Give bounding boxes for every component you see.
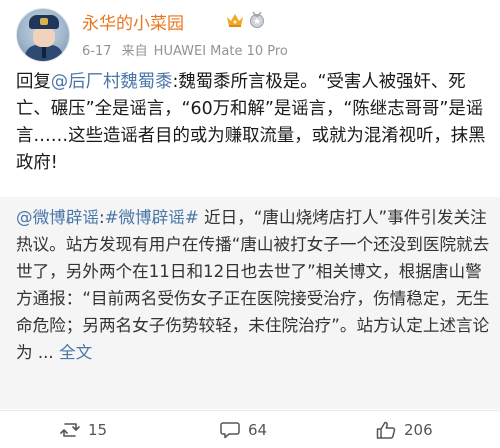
repost-icon bbox=[60, 423, 80, 437]
avatar-cap-badge bbox=[40, 18, 48, 25]
mention-link[interactable]: @后厂村魏蜀黍 bbox=[51, 72, 173, 92]
avatar-tie bbox=[42, 46, 46, 58]
device-name[interactable]: HUAWEI Mate 10 Pro bbox=[154, 44, 288, 59]
repost-count: 15 bbox=[88, 421, 108, 439]
repost-button[interactable]: 15 bbox=[60, 411, 107, 448]
username[interactable]: 永华的小菜园 bbox=[82, 9, 184, 34]
medal-icon[interactable] bbox=[248, 11, 266, 29]
full-text-link[interactable]: 全文 bbox=[59, 343, 92, 362]
post-body: 回复@后厂村魏蜀黍:魏蜀黍所言极是。“受害人被强奸、死亡、碾压”全是谣言，“60… bbox=[16, 69, 488, 177]
comment-count: 64 bbox=[248, 421, 268, 439]
post-header: 永华的小菜园 6-17 来自 HUAWEI Mate 10 Pro bbox=[0, 0, 500, 66]
avatar[interactable] bbox=[16, 8, 70, 62]
comment-button[interactable]: 64 bbox=[220, 411, 267, 448]
like-icon bbox=[376, 421, 396, 439]
reposted-card[interactable]: @微博辟谣:#微博辟谣# 近日，“唐山烧烤店打人”事件引发关注热议。站方发现有用… bbox=[0, 197, 500, 409]
reply-prefix: 回复 bbox=[16, 72, 51, 92]
vip-crown-icon[interactable] bbox=[226, 12, 244, 28]
repost-author-link[interactable]: @微博辟谣 bbox=[16, 208, 99, 227]
like-button[interactable]: 206 bbox=[376, 411, 433, 448]
repost-body: @微博辟谣:#微博辟谣# 近日，“唐山烧烤店打人”事件引发关注热议。站方发现有用… bbox=[16, 204, 490, 366]
action-bar: 15 64 206 bbox=[0, 410, 500, 448]
repost-text: 近日，“唐山烧烤店打人”事件引发关注热议。站方发现有用户在传播“唐山被打女子一个… bbox=[16, 208, 490, 362]
post-meta: 6-17 来自 HUAWEI Mate 10 Pro bbox=[82, 40, 294, 59]
post-date: 6-17 bbox=[82, 44, 112, 59]
like-count: 206 bbox=[404, 421, 433, 439]
avatar-face bbox=[33, 27, 55, 47]
repost-topic-link[interactable]: #微博辟谣# bbox=[105, 208, 199, 227]
source-prefix: 来自 bbox=[121, 44, 148, 59]
comment-icon bbox=[220, 422, 240, 439]
